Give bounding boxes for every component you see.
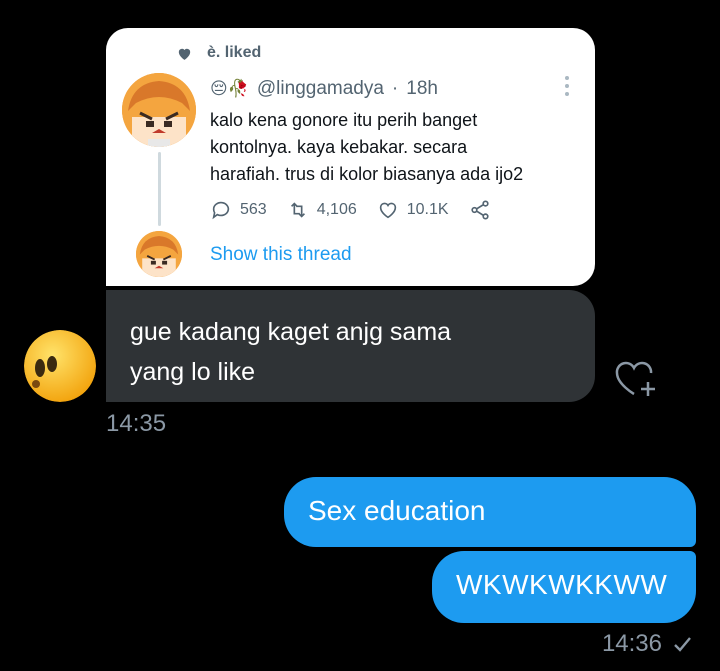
incoming-timestamp: 14:35 xyxy=(106,410,167,437)
show-thread-link[interactable]: Show this thread xyxy=(210,244,352,266)
tweet-text: kalo kena gonore itu perih banget kontol… xyxy=(210,107,580,188)
like-icon xyxy=(379,202,396,219)
reply-count: 563 xyxy=(240,201,267,218)
more-icon[interactable] xyxy=(565,76,571,96)
outgoing-timestamp: 14:36 xyxy=(601,630,662,657)
message-line: yang lo like xyxy=(130,358,256,386)
share-action[interactable] xyxy=(469,199,491,221)
retweet-count: 4,106 xyxy=(316,201,357,218)
reply-action[interactable]: 563 xyxy=(210,199,267,221)
liked-by-row: è. liked xyxy=(176,44,261,62)
reply-icon xyxy=(212,201,230,220)
meta-separator: · xyxy=(391,78,399,99)
outgoing-message-bubble[interactable]: Sex education xyxy=(284,477,696,547)
like-action[interactable]: 10.1K xyxy=(377,199,449,221)
like-count: 10.1K xyxy=(406,201,449,218)
liked-label: è. liked xyxy=(207,44,262,61)
author-handle[interactable]: @linggamadya xyxy=(257,78,384,100)
retweet-icon xyxy=(290,202,305,218)
heart-icon xyxy=(178,48,191,60)
quoted-tweet-card[interactable]: è. liked 😔🥀 @linggamadya · 18h kalo kena… xyxy=(106,28,595,286)
retweet-action[interactable]: 4,106 xyxy=(287,199,357,221)
incoming-message-bubble[interactable]: gue kadang kaget anjg sama yang lo like xyxy=(106,290,595,402)
tweet-line: kontolnya. kaya kebakar. secara xyxy=(210,137,468,157)
tweet-author-row[interactable]: 😔🥀 @linggamadya · 18h xyxy=(210,78,438,100)
author-emojis: 😔🥀 xyxy=(210,79,249,98)
outgoing-meta: 14:36 xyxy=(602,630,692,658)
thread-connector xyxy=(158,152,161,226)
tweet-line: kalo kena gonore itu perih banget xyxy=(210,110,478,130)
author-avatar[interactable] xyxy=(122,73,196,147)
message-line: gue kadang kaget anjg sama xyxy=(130,318,452,346)
share-icon xyxy=(470,200,489,220)
tweet-age: 18h xyxy=(406,78,438,99)
sent-check-icon xyxy=(674,637,691,652)
tweet-actions: 563 4,106 10.1K xyxy=(210,199,511,221)
sender-avatar[interactable] xyxy=(24,330,96,402)
tweet-line: harafiah. trus di kolor biasanya ada ijo… xyxy=(210,164,524,184)
outgoing-message-bubble[interactable]: WKWKWKKWW xyxy=(432,551,696,623)
thread-avatar[interactable] xyxy=(136,231,182,277)
add-reaction-icon[interactable] xyxy=(612,356,660,398)
